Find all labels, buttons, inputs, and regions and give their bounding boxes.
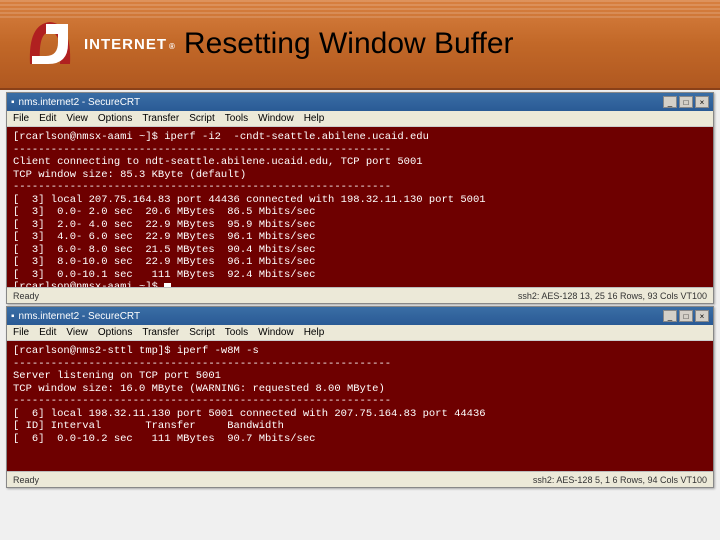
menu-transfer[interactable]: Transfer bbox=[142, 113, 179, 124]
minimize-button[interactable]: _ bbox=[663, 310, 677, 322]
titlebar-text: nms.internet2 - SecureCRT bbox=[19, 311, 141, 322]
menubar: File Edit View Options Transfer Script T… bbox=[7, 325, 713, 341]
internet2-logo-icon bbox=[20, 14, 80, 74]
header-lines bbox=[0, 0, 720, 20]
maximize-button[interactable]: □ bbox=[679, 310, 693, 322]
menu-script[interactable]: Script bbox=[189, 327, 215, 338]
status-right: ssh2: AES-128 13, 25 16 Rows, 93 Cols VT… bbox=[518, 291, 707, 301]
menu-window[interactable]: Window bbox=[258, 113, 294, 124]
close-button[interactable]: × bbox=[695, 96, 709, 108]
menu-options[interactable]: Options bbox=[98, 113, 132, 124]
status-right: ssh2: AES-128 5, 1 6 Rows, 94 Cols VT100 bbox=[533, 475, 707, 485]
window-controls: _ □ × bbox=[663, 96, 709, 108]
menu-window[interactable]: Window bbox=[258, 327, 294, 338]
app-icon: ▪ bbox=[11, 311, 15, 322]
titlebar[interactable]: ▪ nms.internet2 - SecureCRT _ □ × bbox=[7, 307, 713, 325]
registered-icon: ® bbox=[169, 42, 176, 51]
minimize-button[interactable]: _ bbox=[663, 96, 677, 108]
menu-tools[interactable]: Tools bbox=[225, 327, 248, 338]
terminal-window-server: ▪ nms.internet2 - SecureCRT _ □ × File E… bbox=[6, 306, 714, 488]
window-controls: _ □ × bbox=[663, 310, 709, 322]
menu-tools[interactable]: Tools bbox=[225, 113, 248, 124]
terminal-window-client: ▪ nms.internet2 - SecureCRT _ □ × File E… bbox=[6, 92, 714, 304]
menu-help[interactable]: Help bbox=[304, 113, 325, 124]
menu-file[interactable]: File bbox=[13, 113, 29, 124]
terminal-output[interactable]: [rcarlson@nms2-sttl tmp]$ iperf -w8M -s … bbox=[7, 341, 713, 471]
statusbar: Ready ssh2: AES-128 5, 1 6 Rows, 94 Cols… bbox=[7, 471, 713, 487]
app-icon: ▪ bbox=[11, 97, 15, 108]
slide-header: INTERNET ® Resetting Window Buffer bbox=[0, 0, 720, 90]
logo-text: INTERNET ® bbox=[84, 36, 176, 53]
menu-options[interactable]: Options bbox=[98, 327, 132, 338]
terminal-output[interactable]: [rcarlson@nmsx-aami ~]$ iperf -i2 -cndt-… bbox=[7, 127, 713, 287]
statusbar: Ready ssh2: AES-128 13, 25 16 Rows, 93 C… bbox=[7, 287, 713, 303]
page-title: Resetting Window Buffer bbox=[184, 27, 514, 61]
menu-edit[interactable]: Edit bbox=[39, 113, 56, 124]
status-left: Ready bbox=[13, 475, 39, 485]
maximize-button[interactable]: □ bbox=[679, 96, 693, 108]
titlebar-text: nms.internet2 - SecureCRT bbox=[19, 97, 141, 108]
menu-script[interactable]: Script bbox=[189, 113, 215, 124]
menu-view[interactable]: View bbox=[66, 327, 88, 338]
status-left: Ready bbox=[13, 291, 39, 301]
logo-area: INTERNET ® bbox=[20, 14, 176, 74]
menu-view[interactable]: View bbox=[66, 113, 88, 124]
menu-edit[interactable]: Edit bbox=[39, 327, 56, 338]
titlebar[interactable]: ▪ nms.internet2 - SecureCRT _ □ × bbox=[7, 93, 713, 111]
menu-help[interactable]: Help bbox=[304, 327, 325, 338]
menu-file[interactable]: File bbox=[13, 327, 29, 338]
menu-transfer[interactable]: Transfer bbox=[142, 327, 179, 338]
close-button[interactable]: × bbox=[695, 310, 709, 322]
logo-word: INTERNET bbox=[84, 36, 167, 53]
menubar: File Edit View Options Transfer Script T… bbox=[7, 111, 713, 127]
